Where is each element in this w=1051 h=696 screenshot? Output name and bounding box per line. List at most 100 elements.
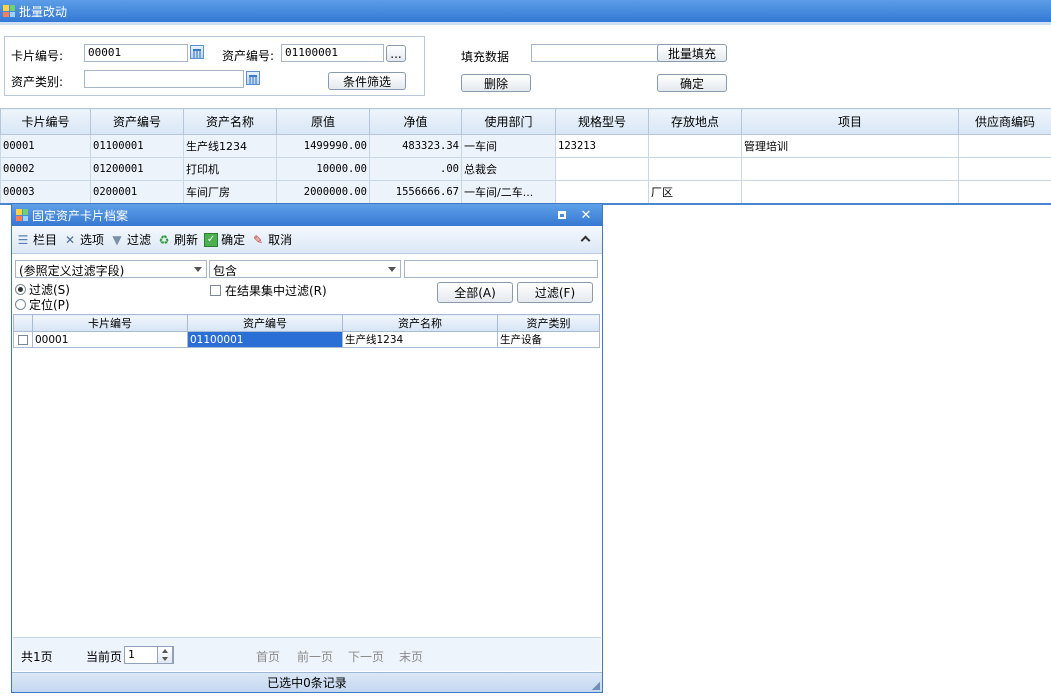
grid-cell[interactable]: 车间厂房	[183, 180, 277, 203]
table-row[interactable]: 00002 01200001 打印机 10000.00 .00 总裁会	[0, 157, 1051, 181]
select-all-column[interactable]	[13, 314, 33, 332]
grid-cell[interactable]: 生产设备	[497, 331, 600, 348]
dialog-grid-header: 卡片编号 资产编号 资产名称 资产类别	[13, 314, 600, 332]
condition-filter-button[interactable]: 条件筛选	[328, 72, 406, 90]
grid-cell[interactable]: 00002	[0, 157, 91, 181]
asset-no-input[interactable]: 01100001	[281, 44, 384, 62]
column-header[interactable]: 供应商编码	[958, 108, 1051, 135]
prev-page-link[interactable]: 前一页	[297, 648, 333, 665]
grid-cell[interactable]	[741, 157, 959, 181]
column-header[interactable]: 卡片编号	[32, 314, 188, 332]
page-stepper-icon[interactable]	[157, 646, 173, 664]
grid-cell[interactable]	[648, 157, 742, 181]
grid-cell[interactable]: 483323.34	[369, 134, 462, 158]
grid-cell[interactable]	[555, 180, 649, 203]
grid-cell[interactable]: 1556666.67	[369, 180, 462, 203]
column-header[interactable]: 项目	[741, 108, 959, 135]
grid-cell[interactable]	[648, 134, 742, 158]
grid-cell[interactable]: 00003	[0, 180, 91, 203]
grid-cell-selected[interactable]: 01100001	[187, 331, 343, 348]
next-page-link[interactable]: 下一页	[348, 648, 384, 665]
first-page-link[interactable]: 首页	[256, 648, 280, 665]
column-header[interactable]: 规格型号	[555, 108, 649, 135]
asset-no-browse-button[interactable]: ...	[386, 45, 406, 62]
column-header[interactable]: 资产名称	[183, 108, 277, 135]
grid-cell[interactable]: 10000.00	[276, 157, 370, 181]
filter-field-select[interactable]: (参照定义过滤字段)	[15, 260, 207, 278]
grid-cell[interactable]: 00001	[0, 134, 91, 158]
grid-cell[interactable]: 总裁会	[461, 157, 556, 181]
grid-cell[interactable]: 123213	[555, 134, 649, 158]
grid-cell[interactable]: 1499990.00	[276, 134, 370, 158]
dialog-cancel-button[interactable]: ✎ 取消	[251, 231, 292, 248]
grid-cell[interactable]	[958, 157, 1051, 181]
refresh-icon: ♻	[158, 232, 170, 247]
grid-cell[interactable]: 01200001	[90, 157, 184, 181]
delete-button[interactable]: 删除	[461, 74, 531, 92]
filter-toolbar-button[interactable]: ▼ 过滤	[110, 231, 151, 248]
grid-cell[interactable]	[958, 180, 1051, 203]
close-icon[interactable]: ✕	[578, 207, 594, 223]
checkmark-icon: ✓	[204, 232, 219, 247]
resize-grip-icon[interactable]	[592, 682, 600, 690]
card-no-input[interactable]: 00001	[84, 44, 188, 62]
column-header[interactable]: 原值	[276, 108, 370, 135]
filter-operator-select[interactable]: 包含	[209, 260, 401, 278]
last-page-link[interactable]: 末页	[399, 648, 423, 665]
refresh-button[interactable]: ♻ 刷新	[157, 231, 198, 248]
grid-cell[interactable]: 生产线1234	[183, 134, 277, 158]
grid-cell[interactable]: 生产线1234	[342, 331, 498, 348]
dialog-title-bar[interactable]: 固定资产卡片档案 ✕	[12, 204, 602, 226]
table-row[interactable]: 00001 01100001 生产线1234 1499990.00 483323…	[0, 134, 1051, 158]
grid-cell[interactable]: 打印机	[183, 157, 277, 181]
table-row[interactable]: 00001 01100001 生产线1234 生产设备	[13, 331, 600, 348]
grid-cell[interactable]: .00	[369, 157, 462, 181]
column-header[interactable]: 资产类别	[497, 314, 600, 332]
window-title: 批量改动	[19, 4, 68, 19]
asset-category-picker-icon[interactable]	[246, 71, 260, 85]
grid-cell[interactable]	[741, 180, 959, 203]
batch-fill-button[interactable]: 批量填充	[657, 44, 727, 62]
card-no-label: 卡片编号:	[11, 49, 64, 63]
columns-icon: ☰	[17, 232, 29, 247]
grid-cell[interactable]: 一车间/二车...	[461, 180, 556, 203]
grid-cell[interactable]: 管理培训	[741, 134, 959, 158]
app-grid-icon	[16, 209, 28, 221]
total-pages: 共1页	[21, 650, 53, 664]
filter-button[interactable]: 过滤(F)	[517, 282, 593, 303]
fill-data-input[interactable]	[531, 44, 659, 62]
checkbox-icon	[210, 285, 221, 296]
column-header[interactable]: 净值	[369, 108, 462, 135]
table-row[interactable]: 00003 0200001 车间厂房 2000000.00 1556666.67…	[0, 180, 1051, 203]
column-header[interactable]: 使用部门	[461, 108, 556, 135]
options-button[interactable]: ✕ 选项	[63, 231, 104, 248]
radio-locate-label: 定位(P)	[29, 298, 70, 312]
grid-cell[interactable]: 00001	[32, 331, 188, 348]
grid-cell[interactable]: 厂区	[648, 180, 742, 203]
all-button[interactable]: 全部(A)	[437, 282, 513, 303]
radio-locate[interactable]: 定位(P)	[15, 296, 70, 313]
card-no-picker-icon[interactable]	[190, 45, 204, 59]
dialog-confirm-button[interactable]: ✓ 确定	[204, 231, 245, 248]
grid-cell[interactable]	[958, 134, 1051, 158]
chevron-up-icon[interactable]	[580, 233, 592, 245]
column-header[interactable]: 存放地点	[648, 108, 742, 135]
asset-category-input[interactable]	[84, 70, 244, 88]
grid-cell[interactable]: 一车间	[461, 134, 556, 158]
column-header[interactable]: 卡片编号	[0, 108, 91, 135]
in-result-filter-checkbox[interactable]: 在结果集中过滤(R)	[210, 282, 327, 299]
grid-cell[interactable]	[555, 157, 649, 181]
column-header[interactable]: 资产编号	[90, 108, 184, 135]
maximize-icon[interactable]	[554, 207, 570, 223]
asset-card-dialog: 固定资产卡片档案 ✕ ☰ 栏目 ✕ 选项 ▼ 过滤 ♻ 刷新 ✓ 确定 ✎ 取消	[11, 203, 603, 693]
grid-cell[interactable]: 01100001	[90, 134, 184, 158]
columns-button[interactable]: ☰ 栏目	[16, 231, 57, 248]
row-checkbox[interactable]	[13, 331, 33, 348]
radio-selected-icon	[15, 284, 26, 295]
column-header[interactable]: 资产名称	[342, 314, 498, 332]
grid-cell[interactable]: 0200001	[90, 180, 184, 203]
confirm-button[interactable]: 确定	[657, 74, 727, 92]
filter-value-input[interactable]	[404, 260, 598, 278]
column-header[interactable]: 资产编号	[187, 314, 343, 332]
grid-cell[interactable]: 2000000.00	[276, 180, 370, 203]
